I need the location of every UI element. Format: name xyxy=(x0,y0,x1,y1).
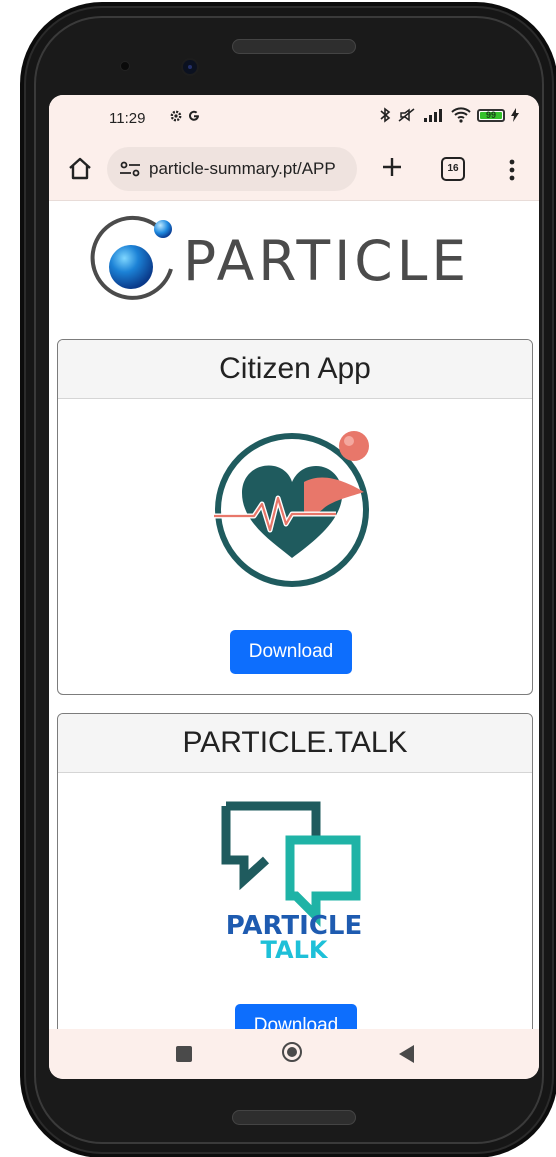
bottom-speaker xyxy=(232,1110,356,1125)
signal-icon xyxy=(424,109,442,122)
google-icon xyxy=(189,110,199,121)
site-settings-icon[interactable] xyxy=(119,160,141,178)
tab-switcher-button[interactable]: 16 xyxy=(441,157,465,181)
battery-level: 99 xyxy=(485,109,496,120)
talk-wordmark: TALK xyxy=(261,936,329,958)
browser-toolbar: particle-summary.pt/APP 16 xyxy=(49,142,539,201)
new-tab-icon[interactable] xyxy=(377,152,407,182)
citizen-app-download-button[interactable]: Download xyxy=(230,630,352,674)
particle-logo[interactable]: PARTICLE xyxy=(83,215,495,307)
proximity-sensor xyxy=(121,62,129,70)
gear-icon xyxy=(170,110,182,122)
particle-talk-icon: PARTICLE TALK xyxy=(221,801,362,958)
particle-logo-text: PARTICLE xyxy=(183,229,471,293)
recents-button[interactable] xyxy=(176,1046,192,1062)
citizen-app-card: Citizen App Download xyxy=(57,339,533,695)
home-icon[interactable] xyxy=(65,154,95,184)
status-time: 11:29 xyxy=(109,110,146,127)
screen: 11:29 99 particle-summary.pt/APP 16 PART… xyxy=(49,95,539,1079)
web-content: PARTICLE Citizen App Download PARTICLE.T… xyxy=(49,201,539,1045)
battery-icon: 99 xyxy=(477,108,505,122)
status-bar: 11:29 99 xyxy=(49,95,539,142)
earpiece-speaker xyxy=(232,39,356,54)
overflow-menu-icon[interactable] xyxy=(505,156,519,184)
citizen-app-icon xyxy=(214,431,369,587)
front-camera xyxy=(183,60,197,74)
status-left-icons xyxy=(169,109,201,123)
card-title: PARTICLE.TALK xyxy=(58,714,532,773)
card-title: Citizen App xyxy=(58,340,532,399)
particle-logo-mark xyxy=(90,215,173,300)
charging-icon xyxy=(511,108,519,122)
home-button[interactable] xyxy=(282,1042,302,1062)
url-text: particle-summary.pt/APP xyxy=(149,159,336,178)
back-button[interactable] xyxy=(399,1045,414,1063)
wifi-icon xyxy=(451,107,471,123)
mute-icon xyxy=(398,108,415,122)
bluetooth-icon xyxy=(380,107,391,123)
system-navigation-bar xyxy=(49,1029,539,1079)
particle-talk-card: PARTICLE.TALK PARTICLE TALK Download xyxy=(57,713,533,1045)
status-right-icons: 99 xyxy=(379,107,519,123)
address-bar[interactable]: particle-summary.pt/APP xyxy=(107,147,357,191)
